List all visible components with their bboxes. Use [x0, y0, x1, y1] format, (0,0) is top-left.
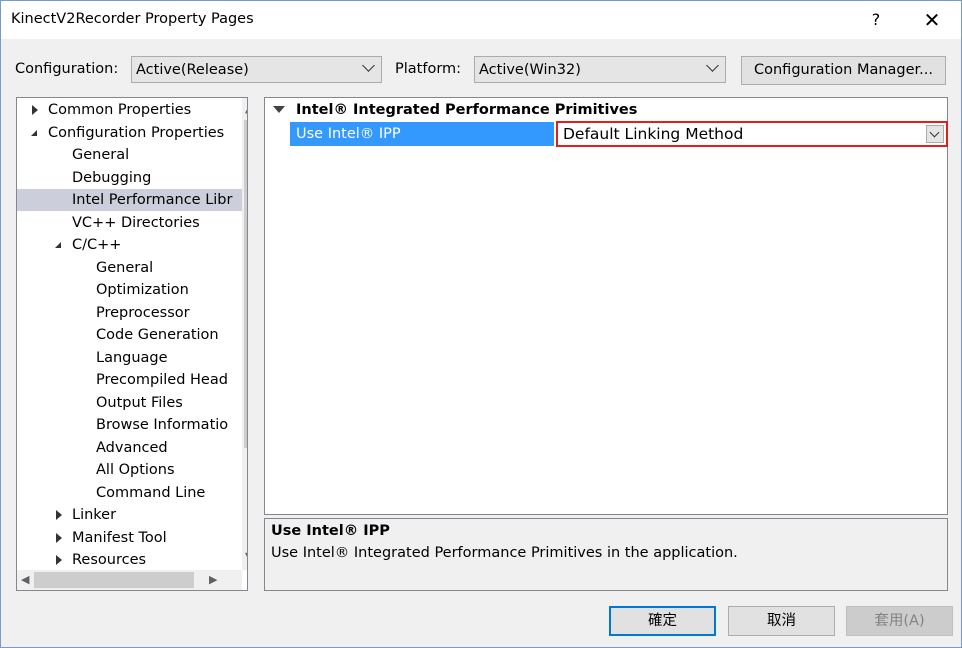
tree-item[interactable]: VC++ Directories — [17, 212, 242, 234]
platform-value: Active(Win32) — [479, 62, 581, 78]
configuration-label: Configuration: — [15, 61, 119, 77]
tree-item[interactable]: Configuration Properties — [17, 122, 242, 144]
property-pages-window: KinectV2Recorder Property Pages ? ✕ Conf… — [0, 0, 962, 648]
category-label: Intel® Integrated Performance Primitives — [296, 102, 638, 118]
tree-item[interactable]: Debugging — [17, 167, 242, 189]
tree-item-label: C/C++ — [72, 237, 122, 253]
configuration-manager-button[interactable]: Configuration Manager... — [741, 56, 946, 85]
tree-item[interactable]: General — [17, 257, 242, 279]
platform-label: Platform: — [395, 61, 462, 77]
tree-item[interactable]: Optimization — [17, 279, 242, 301]
tree-item[interactable]: Intel Performance Libr — [17, 189, 242, 211]
chevron-down-icon — [362, 59, 375, 72]
property-value: Default Linking Method — [563, 125, 744, 143]
tree-item-label: Resources — [72, 552, 147, 568]
chevron-down-icon[interactable] — [926, 125, 944, 143]
description-text: Use Intel® Integrated Performance Primit… — [271, 545, 738, 561]
title-bar: KinectV2Recorder Property Pages ? ✕ — [1, 1, 961, 39]
tree-item-label: Linker — [72, 507, 117, 523]
ok-button[interactable]: 確定 — [609, 606, 716, 636]
tree-item[interactable]: C/C++ — [17, 234, 242, 256]
tree-item[interactable]: General — [17, 144, 242, 166]
tree-item-label: Language — [96, 349, 168, 366]
tree-item-label: Debugging — [72, 169, 152, 186]
category-row[interactable]: Intel® Integrated Performance Primitives — [265, 98, 947, 122]
tree-item[interactable]: Resources — [17, 549, 242, 571]
tree-item[interactable]: Language — [17, 347, 242, 369]
description-title: Use Intel® IPP — [271, 523, 390, 539]
tree-item-label: Browse Informatio — [96, 417, 229, 433]
close-button[interactable]: ✕ — [909, 1, 955, 39]
collapsed-icon[interactable] — [29, 99, 41, 121]
scroll-down-icon[interactable]: ▼ — [245, 550, 247, 563]
cancel-button[interactable]: 取消 — [728, 606, 835, 636]
tree-item[interactable]: Command Line — [17, 482, 242, 504]
tree-item-label: Optimization — [96, 282, 189, 298]
property-grid: Intel® Integrated Performance Primitives… — [264, 97, 948, 515]
tree-item-label: Precompiled Head — [96, 372, 228, 388]
property-name[interactable]: Use Intel® IPP — [290, 122, 554, 146]
collapsed-icon[interactable] — [53, 527, 65, 549]
scrollbar-thumb[interactable] — [34, 572, 194, 588]
tree-item-label: Common Properties — [48, 102, 192, 118]
tree-item[interactable]: Output Files — [17, 392, 242, 414]
tree-item-label: General — [72, 147, 130, 163]
description-panel: Use Intel® IPP Use Intel® Integrated Per… — [264, 518, 948, 591]
collapsed-icon[interactable] — [53, 504, 65, 526]
property-tree: Common Properties Configuration Propertie… — [16, 97, 248, 591]
configuration-dropdown[interactable]: Active(Release) — [131, 56, 382, 83]
tree-item-label: General — [96, 259, 154, 276]
scroll-left-icon[interactable]: ◀ — [21, 573, 29, 586]
tree-item-label: Preprocessor — [96, 304, 190, 321]
window-title: KinectV2Recorder Property Pages — [11, 11, 254, 27]
tree-item-label: VC++ Directories — [72, 214, 200, 231]
expanded-icon[interactable] — [53, 234, 65, 256]
tree-item[interactable]: Common Properties — [17, 99, 242, 121]
scrollbar-thumb[interactable] — [244, 120, 247, 448]
tree-item[interactable]: Linker — [17, 504, 242, 526]
tree-item[interactable]: Browse Informatio — [17, 414, 242, 436]
tree-item-label: Intel Performance Libr — [72, 192, 233, 208]
help-button[interactable]: ? — [853, 1, 899, 39]
chevron-down-icon — [706, 59, 719, 72]
scroll-right-icon[interactable]: ▶ — [209, 573, 217, 586]
tree-item[interactable]: All Options — [17, 459, 242, 481]
expanded-icon[interactable] — [29, 122, 41, 144]
tree-item-label: Output Files — [96, 394, 183, 411]
tree-horizontal-scrollbar[interactable]: ◀ ▶ — [17, 570, 242, 590]
tree-item-label: Code Generation — [96, 327, 219, 343]
tree-item[interactable]: Precompiled Head — [17, 369, 242, 391]
collapse-icon[interactable] — [273, 106, 285, 113]
tree-item[interactable]: Preprocessor — [17, 302, 242, 324]
tree-item-label: Advanced — [96, 439, 168, 456]
tree-item-label: Command Line — [96, 484, 206, 501]
property-row[interactable]: Use Intel® IPP Default Linking Method — [265, 121, 948, 147]
tree-item[interactable]: Code Generation — [17, 324, 242, 346]
tree-item-label: All Options — [96, 462, 175, 478]
platform-dropdown[interactable]: Active(Win32) — [474, 56, 726, 83]
collapsed-icon[interactable] — [53, 549, 65, 571]
tree-item-label: Manifest Tool — [72, 529, 167, 546]
configuration-value: Active(Release) — [136, 62, 249, 78]
tree-item[interactable]: Manifest Tool — [17, 527, 242, 549]
tree-item[interactable]: Advanced — [17, 437, 242, 459]
apply-button[interactable]: 套用(A) — [846, 606, 953, 636]
scroll-up-icon[interactable]: ▲ — [245, 102, 247, 115]
tree-item-label: Configuration Properties — [48, 124, 225, 141]
property-value-dropdown[interactable]: Default Linking Method — [556, 121, 948, 147]
tree-vertical-scrollbar[interactable]: ▲ ▼ — [242, 98, 247, 570]
